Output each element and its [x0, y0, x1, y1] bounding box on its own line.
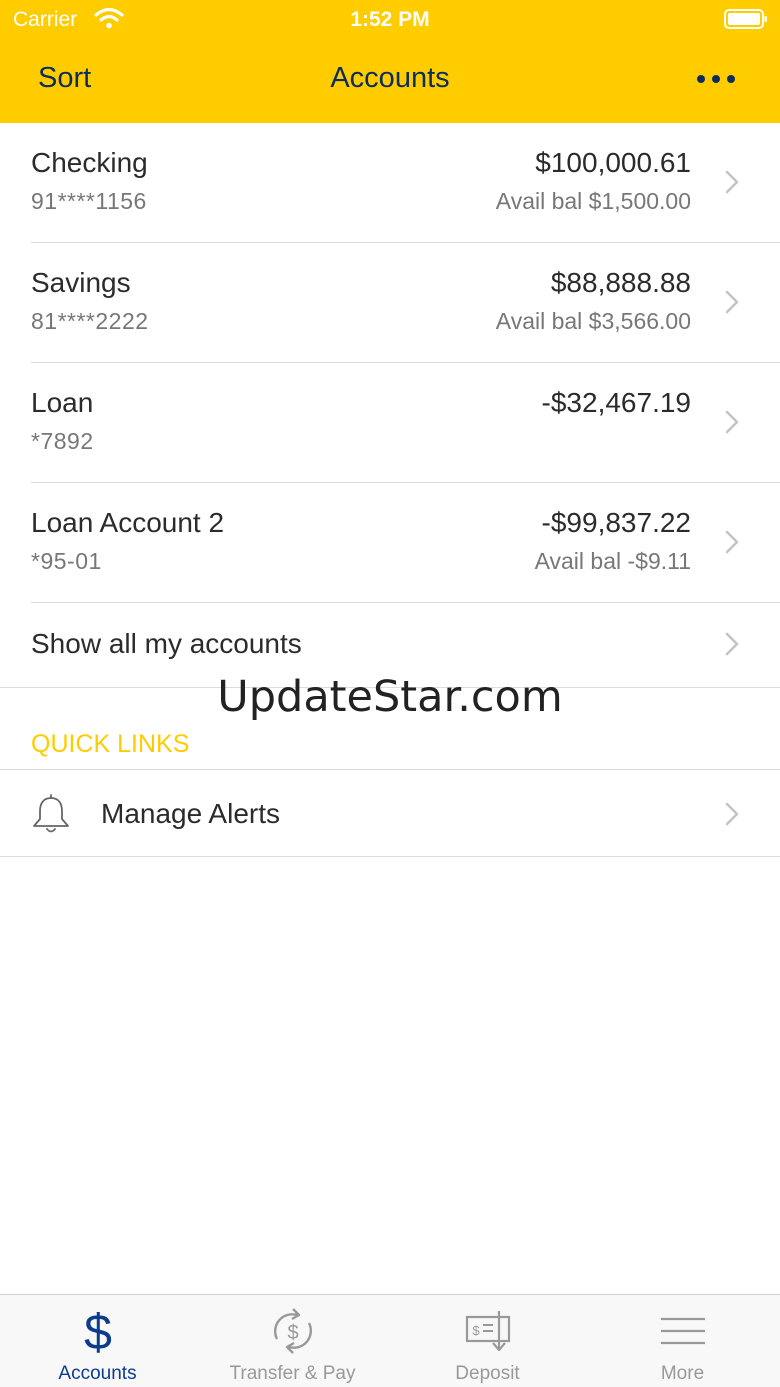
account-row-loan-account-2[interactable]: Loan Account 2 *95-01 -$99,837.22 Avail …: [0, 483, 780, 603]
account-row-savings[interactable]: Savings 81****2222 $88,888.88 Avail bal …: [0, 243, 780, 363]
check-deposit-icon: $: [465, 1311, 510, 1352]
account-balance: $88,888.88: [550, 267, 691, 298]
tab-accounts[interactable]: $ Accounts: [0, 1295, 195, 1387]
hamburger-menu-icon: [660, 1317, 705, 1345]
tab-label: Deposit: [455, 1363, 520, 1384]
account-name: Checking: [31, 147, 148, 178]
account-name: Loan: [31, 387, 94, 418]
account-balance: -$32,467.19: [541, 387, 691, 418]
available-balance: Avail bal -$9.11: [534, 548, 691, 574]
chevron-right-icon: [725, 290, 739, 314]
status-time: 1:52 PM: [350, 8, 430, 31]
account-name: Savings: [31, 267, 131, 298]
navigation-bar: Sort Accounts: [0, 40, 780, 123]
tab-label: Transfer & Pay: [229, 1363, 356, 1384]
tab-more[interactable]: More: [585, 1295, 780, 1387]
app-header: Carrier 1:52 PM Sort Accounts: [0, 0, 780, 123]
section-divider: [0, 856, 780, 857]
account-name: Loan Account 2: [31, 507, 225, 538]
tab-deposit[interactable]: $ Deposit: [390, 1295, 585, 1387]
transfer-icon: $: [273, 1308, 312, 1354]
status-bar: Carrier 1:52 PM: [0, 0, 780, 40]
chevron-right-icon: [725, 170, 739, 194]
account-row-loan[interactable]: Loan *7892 -$32,467.19: [0, 363, 780, 483]
account-number: *95-01: [31, 548, 102, 574]
svg-text:$: $: [84, 1305, 112, 1357]
tab-bar: $ Accounts $ Transfer & Pay $ Deposit Mo…: [0, 1294, 780, 1387]
battery-icon: [724, 9, 767, 29]
chevron-right-icon: [725, 530, 739, 554]
available-balance: Avail bal $1,500.00: [495, 188, 691, 214]
account-number: 81****2222: [31, 308, 149, 334]
quick-links-heading: QUICK LINKS: [31, 730, 190, 758]
svg-text:$: $: [287, 1322, 298, 1344]
more-dots-icon[interactable]: [694, 72, 738, 86]
bell-icon: [33, 794, 69, 833]
manage-alerts-row[interactable]: Manage Alerts: [0, 770, 780, 856]
tab-transfer-pay[interactable]: $ Transfer & Pay: [195, 1295, 390, 1387]
tab-label: Accounts: [58, 1363, 137, 1384]
account-number: *7892: [31, 428, 94, 454]
chevron-right-icon: [725, 410, 739, 434]
account-number: 91****1156: [31, 188, 147, 214]
show-all-accounts-label: Show all my accounts: [31, 628, 302, 659]
accounts-list: Checking 91****1156 $100,000.61 Avail ba…: [0, 123, 780, 603]
dollar-icon: $: [84, 1305, 112, 1357]
chevron-right-icon: [725, 802, 739, 826]
watermark-text: UpdateStar.com: [217, 672, 563, 722]
available-balance: Avail bal $3,566.00: [495, 308, 691, 334]
account-row-checking[interactable]: Checking 91****1156 $100,000.61 Avail ba…: [0, 123, 780, 243]
account-balance: $100,000.61: [535, 147, 691, 178]
page-title: Accounts: [330, 62, 450, 94]
manage-alerts-label: Manage Alerts: [101, 798, 280, 829]
chevron-right-icon: [725, 632, 739, 656]
tab-label: More: [660, 1363, 705, 1384]
account-balance: -$99,837.22: [541, 507, 691, 538]
svg-text:$: $: [472, 1323, 480, 1338]
